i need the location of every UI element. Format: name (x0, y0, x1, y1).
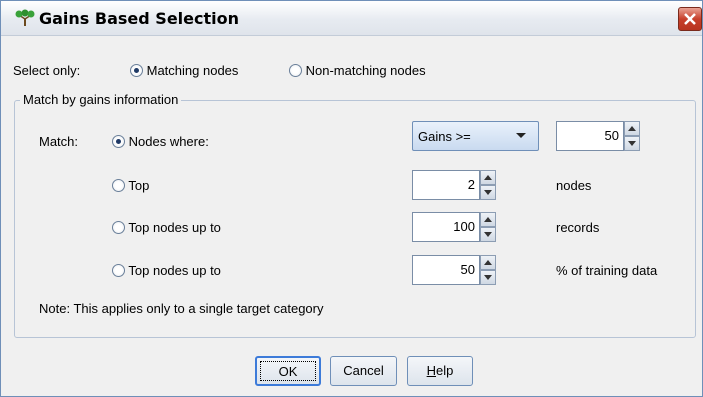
tree-icon (15, 9, 35, 27)
nodes-where-label: Nodes where: (128, 134, 209, 149)
percent-unit-label: % of training data (556, 263, 658, 278)
gains-based-selection-dialog: Gains Based Selection Select only: Match… (0, 0, 703, 397)
matching-nodes-radio[interactable]: Matching nodes (130, 63, 238, 78)
title-bar: Gains Based Selection (1, 1, 702, 36)
help-button[interactable]: Help (407, 356, 473, 386)
top-records-radio[interactable]: Top nodes up to (112, 220, 221, 235)
top-percent-spinner[interactable]: 50 (412, 255, 498, 285)
spin-up-icon[interactable] (480, 170, 496, 185)
ok-button-label: OK (260, 361, 316, 381)
radio-checked-icon[interactable] (130, 64, 143, 77)
gains-value-spinner[interactable]: 50 (556, 121, 642, 151)
radio-checked-icon[interactable] (112, 135, 125, 148)
top-radio[interactable]: Top (112, 178, 149, 193)
radio-unchecked-icon[interactable] (112, 221, 125, 234)
top-records-field[interactable]: 100 (412, 212, 480, 242)
spin-up-icon[interactable] (480, 212, 496, 227)
note-text: Note: This applies only to a single targ… (39, 301, 324, 316)
gains-value-field[interactable]: 50 (556, 121, 624, 151)
gains-operator-value: Gains >= (418, 129, 471, 144)
top-percent-field[interactable]: 50 (412, 255, 480, 285)
top-percent-label: Top nodes up to (128, 263, 221, 278)
top-nodes-field[interactable]: 2 (412, 170, 480, 200)
cancel-button[interactable]: Cancel (330, 356, 397, 386)
window-title: Gains Based Selection (39, 9, 239, 28)
help-label-rest: elp (436, 363, 454, 378)
top-label: Top (128, 178, 150, 193)
radio-unchecked-icon[interactable] (112, 264, 125, 277)
close-icon[interactable] (678, 7, 702, 31)
matching-nodes-label: Matching nodes (146, 63, 239, 78)
ok-button[interactable]: OK (255, 356, 321, 386)
radio-unchecked-icon[interactable] (289, 64, 302, 77)
spin-down-icon[interactable] (480, 270, 496, 285)
gains-operator-dropdown[interactable]: Gains >= (412, 121, 539, 151)
spin-up-icon[interactable] (480, 255, 496, 270)
select-only-label: Select only: (13, 63, 81, 78)
spin-down-icon[interactable] (480, 185, 496, 200)
radio-unchecked-icon[interactable] (112, 179, 125, 192)
match-label: Match: (39, 134, 79, 149)
spin-up-icon[interactable] (624, 121, 640, 136)
top-percent-radio[interactable]: Top nodes up to (112, 263, 221, 278)
nodes-where-radio[interactable]: Nodes where: (112, 134, 209, 149)
chevron-down-icon[interactable] (516, 133, 526, 138)
top-nodes-spinner[interactable]: 2 (412, 170, 498, 200)
non-matching-nodes-radio[interactable]: Non-matching nodes (289, 63, 426, 78)
records-unit-label: records (556, 220, 600, 235)
group-title: Match by gains information (20, 92, 182, 107)
top-records-spinner[interactable]: 100 (412, 212, 498, 242)
spin-down-icon[interactable] (624, 136, 640, 151)
nodes-unit-label: nodes (556, 178, 592, 193)
non-matching-nodes-label: Non-matching nodes (305, 63, 426, 78)
help-mnemonic: H (426, 363, 437, 378)
spin-down-icon[interactable] (480, 227, 496, 242)
top-records-label: Top nodes up to (128, 220, 221, 235)
